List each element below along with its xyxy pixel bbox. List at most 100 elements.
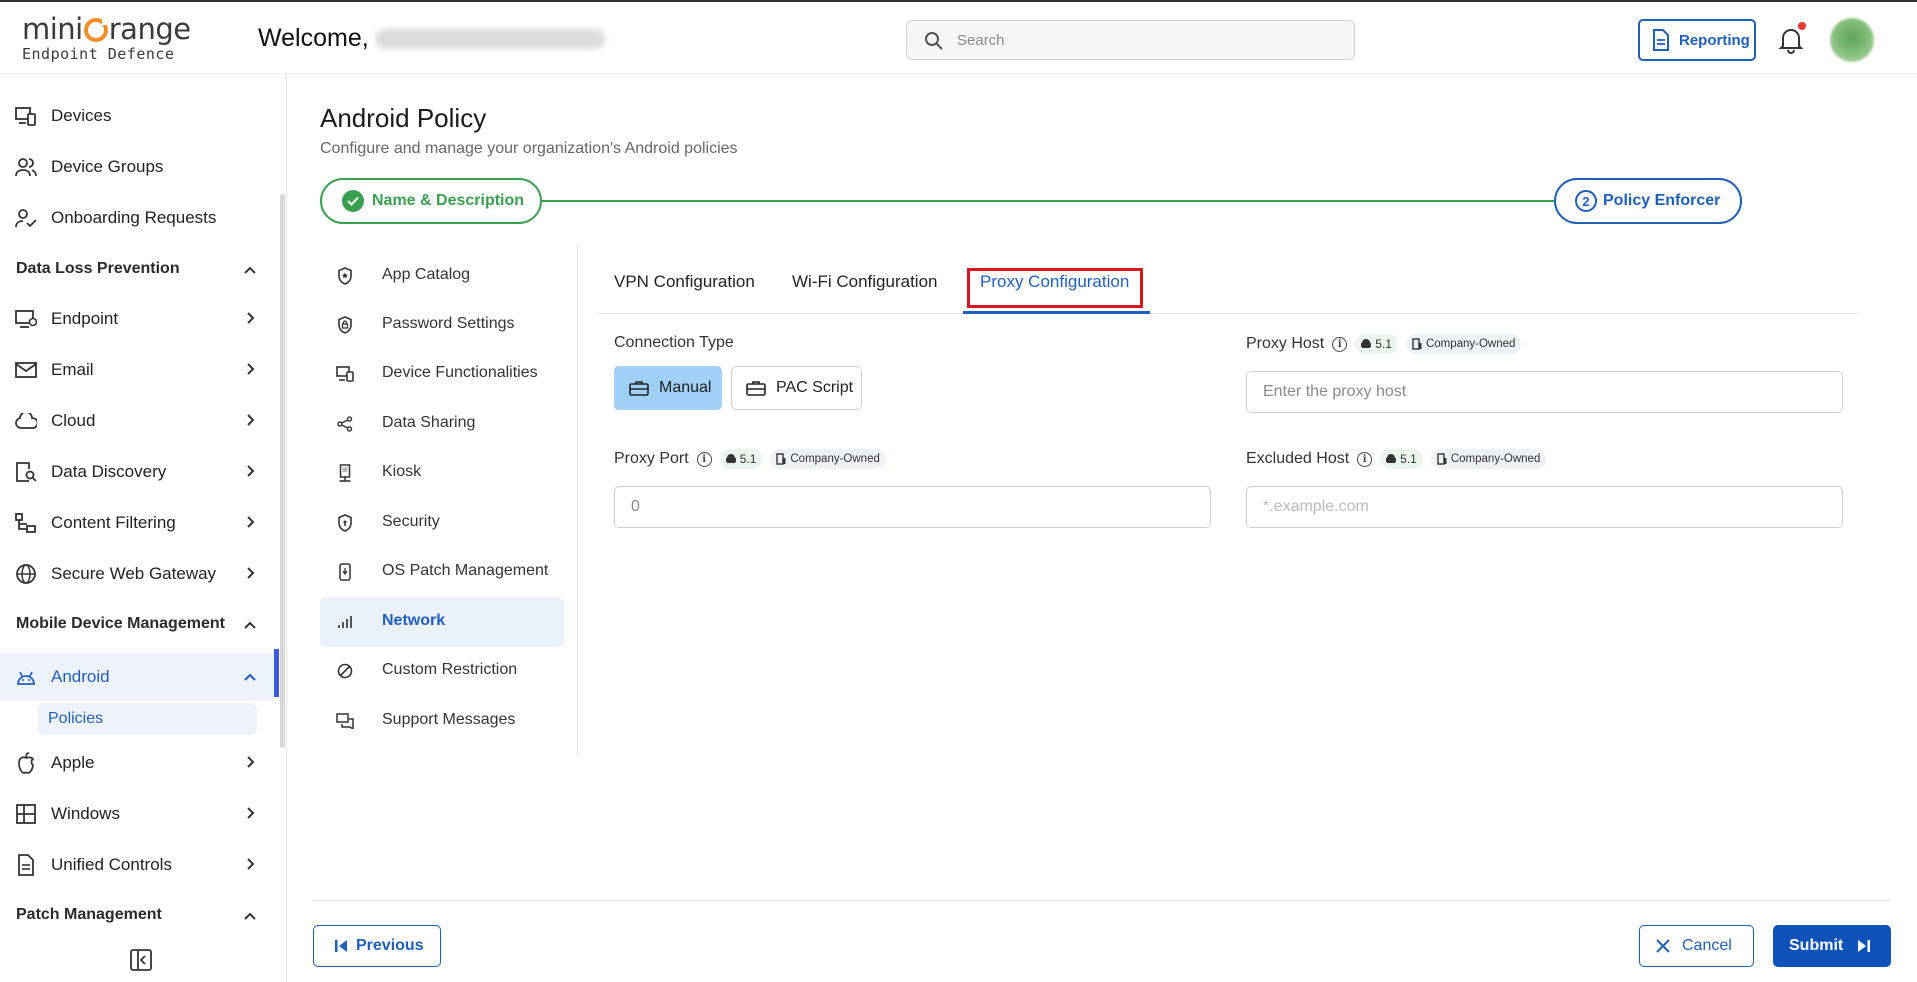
policy-menu-label: Password Settings bbox=[382, 315, 515, 332]
user-avatar[interactable] bbox=[1830, 18, 1874, 62]
manual-button[interactable]: Manual bbox=[614, 366, 722, 410]
manual-label: Manual bbox=[659, 379, 712, 396]
search-box[interactable] bbox=[906, 20, 1355, 60]
redacted-username bbox=[374, 29, 605, 50]
data-discovery-icon bbox=[14, 461, 38, 483]
sidebar-item-onboarding-requests[interactable]: Onboarding Requests bbox=[0, 198, 270, 238]
android-icon bbox=[1386, 454, 1397, 463]
android-version-chip: 5.1 bbox=[1380, 449, 1423, 469]
page-title: Android Policy bbox=[320, 103, 487, 133]
proxy-port-label: Proxy Port i 5.1 Company-Owned bbox=[614, 449, 886, 469]
sidebar-item-label: Cloud bbox=[51, 411, 96, 430]
chevron-up-icon[interactable] bbox=[243, 263, 257, 277]
proxy-port-input[interactable] bbox=[614, 486, 1211, 528]
policy-menu-device-functionalities[interactable]: Device Functionalities bbox=[320, 349, 564, 399]
windows-icon bbox=[14, 803, 38, 825]
chevron-up-icon[interactable] bbox=[243, 618, 257, 632]
stepper-connector bbox=[540, 200, 1556, 202]
section-mobile-device-management[interactable]: Mobile Device Management bbox=[16, 615, 225, 633]
info-icon[interactable]: i bbox=[1332, 336, 1348, 352]
content-filter-icon bbox=[14, 512, 38, 534]
notification-bell-icon[interactable] bbox=[1778, 26, 1804, 54]
policy-menu-label: Network bbox=[382, 612, 446, 629]
excluded-host-input[interactable] bbox=[1246, 486, 1843, 528]
apple-icon bbox=[14, 752, 38, 774]
chevron-up-icon[interactable] bbox=[243, 909, 257, 923]
step2-label: Policy Enforcer bbox=[1603, 192, 1721, 209]
policy-menu-password-settings[interactable]: Password Settings bbox=[320, 300, 564, 350]
sidebar-item-label: Secure Web Gateway bbox=[51, 564, 217, 583]
sidebar-item-secure-web-gateway[interactable]: Secure Web Gateway bbox=[0, 554, 270, 594]
policy-menu-os-patch-management[interactable]: OS Patch Management bbox=[320, 547, 564, 597]
policy-menu-network[interactable]: Network bbox=[320, 597, 564, 647]
welcome-text: Welcome, bbox=[258, 24, 605, 53]
proxy-port-text: Proxy Port bbox=[614, 450, 689, 467]
search-input[interactable] bbox=[957, 29, 1337, 51]
sidebar-item-windows[interactable]: Windows bbox=[0, 794, 270, 834]
sidebar-item-endpoint[interactable]: Endpoint bbox=[0, 299, 270, 339]
reporting-button[interactable]: Reporting bbox=[1638, 19, 1756, 61]
pac-script-button[interactable]: PAC Script bbox=[731, 366, 862, 410]
policy-menu-data-sharing[interactable]: Data Sharing bbox=[320, 399, 564, 449]
sidebar-item-email[interactable]: Email bbox=[0, 350, 270, 390]
sidebar-item-android[interactable]: Android bbox=[0, 653, 274, 701]
policy-menu-custom-restriction[interactable]: Custom Restriction bbox=[320, 646, 564, 696]
tab-vpn-configuration[interactable]: VPN Configuration bbox=[614, 272, 755, 292]
building-icon bbox=[1412, 338, 1422, 350]
sidebar-item-label: Onboarding Requests bbox=[51, 208, 217, 227]
policy-menu-app-catalog[interactable]: App Catalog bbox=[320, 251, 564, 301]
sidebar-subitem-policies[interactable]: Policies bbox=[38, 703, 257, 735]
connection-type-label: Connection Type bbox=[614, 334, 734, 352]
sidebar-item-label: Endpoint bbox=[51, 309, 119, 328]
building-icon bbox=[1437, 453, 1447, 465]
briefcase-icon bbox=[629, 381, 649, 396]
info-icon[interactable]: i bbox=[696, 451, 712, 467]
shield-star-icon bbox=[336, 267, 354, 285]
chip-text: Company-Owned bbox=[1450, 453, 1541, 465]
sidebar-item-content-filtering[interactable]: Content Filtering bbox=[0, 503, 270, 543]
policy-menu-label: Data Sharing bbox=[382, 414, 476, 431]
chevron-right-icon bbox=[247, 312, 255, 324]
policy-menu-label: Custom Restriction bbox=[382, 661, 518, 678]
devices-icon bbox=[14, 105, 38, 127]
step-name-description[interactable]: Name & Description bbox=[320, 178, 542, 224]
sidebar-item-data-discovery[interactable]: Data Discovery bbox=[0, 452, 270, 492]
sidebar-item-label: Email bbox=[51, 360, 94, 379]
sidebar-item-label: Apple bbox=[51, 753, 95, 772]
collapse-sidebar-icon[interactable] bbox=[130, 949, 152, 971]
sidebar-item-devices[interactable]: Devices bbox=[0, 96, 270, 136]
sidebar-item-apple[interactable]: Apple bbox=[0, 743, 270, 783]
skip-next-icon bbox=[1858, 940, 1871, 952]
sidebar-item-label: Devices bbox=[51, 106, 112, 125]
submit-button[interactable]: Submit bbox=[1773, 925, 1891, 967]
sidebar-item-device-groups[interactable]: Device Groups bbox=[0, 147, 270, 187]
close-icon bbox=[1656, 939, 1670, 953]
info-icon[interactable]: i bbox=[1357, 451, 1373, 467]
sidebar-item-label: Device Groups bbox=[51, 157, 164, 176]
chevron-right-icon bbox=[247, 567, 255, 579]
section-patch-management[interactable]: Patch Management bbox=[16, 906, 162, 924]
tab-wifi-configuration[interactable]: Wi-Fi Configuration bbox=[792, 272, 938, 292]
policy-menu-kiosk[interactable]: Kiosk bbox=[320, 448, 564, 498]
policy-menu-security[interactable]: Security bbox=[320, 498, 564, 548]
users-icon bbox=[14, 156, 38, 178]
proxy-host-text: Proxy Host bbox=[1246, 335, 1325, 352]
brand-logo[interactable]: mini range Endpoint Defence bbox=[22, 14, 192, 66]
excluded-host-label: Excluded Host i 5.1 Company-Owned bbox=[1246, 449, 1547, 469]
sidebar: Devices Device Groups Onboarding Request… bbox=[0, 74, 287, 982]
step-policy-enforcer[interactable]: 2 Policy Enforcer bbox=[1554, 178, 1742, 224]
proxy-host-input[interactable] bbox=[1246, 371, 1843, 413]
sidebar-scrollbar[interactable] bbox=[280, 194, 285, 748]
sidebar-item-unified-controls[interactable]: Unified Controls bbox=[0, 845, 270, 885]
section-data-loss-prevention[interactable]: Data Loss Prevention bbox=[16, 260, 180, 278]
sidebar-item-label: Data Discovery bbox=[51, 462, 167, 481]
sidebar-item-cloud[interactable]: Cloud bbox=[0, 401, 270, 441]
android-icon bbox=[1361, 339, 1372, 348]
previous-button[interactable]: Previous bbox=[313, 925, 441, 967]
cancel-button[interactable]: Cancel bbox=[1639, 925, 1754, 967]
step2-number: 2 bbox=[1575, 190, 1597, 212]
briefcase-icon bbox=[746, 381, 766, 396]
logo-text-start: mini bbox=[22, 12, 83, 46]
policy-menu-support-messages[interactable]: Support Messages bbox=[320, 696, 564, 746]
policy-menu-label: Kiosk bbox=[382, 463, 422, 480]
